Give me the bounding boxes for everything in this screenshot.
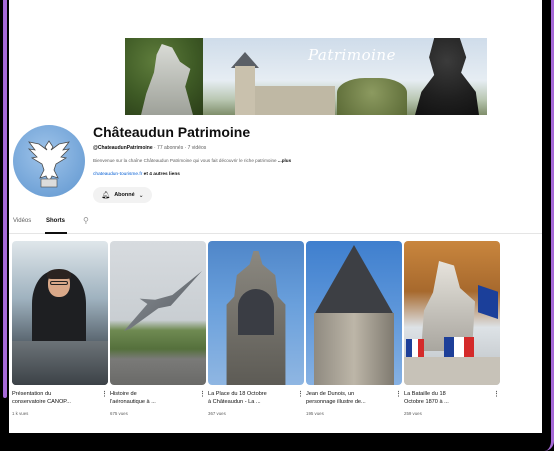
short-thumbnail-2[interactable] <box>110 241 206 385</box>
short-views-4: 195 vues <box>306 411 324 416</box>
channel-name: Châteaudun Patrimoine <box>93 124 251 140</box>
website-link[interactable]: chateaudun-tourisme.fr <box>93 172 142 177</box>
short-title-5[interactable]: La Bataille du 18 Octobre 1870 à ... <box>404 391 488 406</box>
other-links[interactable]: et 4 autres liens <box>144 172 180 177</box>
plane-silhouette <box>124 271 202 331</box>
channel-banner: Patrimoine <box>125 38 487 115</box>
accent-border-right <box>544 0 554 451</box>
window-frame: Patrimoine Châteaudun Patrimoine @Chatea… <box>0 0 554 451</box>
channel-page: Patrimoine Châteaudun Patrimoine @Chatea… <box>9 0 542 433</box>
short-views-2: 675 vues <box>110 411 128 416</box>
tab-shorts[interactable]: Shorts <box>46 218 65 224</box>
bell-icon: 🔔︎ <box>101 192 111 199</box>
subscribe-button[interactable]: 🔔︎ Abonné ⌄ <box>93 187 152 203</box>
monument-base <box>404 357 500 385</box>
channel-avatar[interactable] <box>13 125 85 197</box>
french-flag <box>444 337 474 357</box>
short-title-4[interactable]: Jean de Dunois, un personnage illustre d… <box>306 391 390 406</box>
cockpit-frame <box>12 341 108 385</box>
banner-building <box>255 86 335 115</box>
short-thumbnail-3[interactable] <box>208 241 304 385</box>
short-thumbnail-5[interactable] <box>404 241 500 385</box>
eu-flag <box>478 285 498 319</box>
more-link[interactable]: ...plus <box>278 158 291 163</box>
accent-border-left <box>3 0 7 398</box>
person-glasses <box>50 281 68 285</box>
short-title-3[interactable]: La Place du 18 Octobre à Châteaudun - La… <box>208 391 292 406</box>
short-thumbnail-4[interactable] <box>306 241 402 385</box>
short-thumbnail-1[interactable] <box>12 241 108 385</box>
channel-meta: @ChateaudunPatrimoine · 77 abonnés · 7 v… <box>93 145 206 151</box>
tower-roof <box>314 245 394 315</box>
monument-arch <box>238 289 274 335</box>
channel-tabs: Vidéos Shorts ⚲ <box>9 214 542 234</box>
channel-description[interactable]: Bienvenue sur la chaîne Châteaudun Patri… <box>93 158 291 163</box>
tower-body <box>314 313 394 385</box>
subscribe-label: Abonné <box>114 192 135 198</box>
person-hair <box>47 269 71 279</box>
more-vertical-icon[interactable]: ⋮ <box>297 391 304 398</box>
eagle-icon <box>27 140 71 188</box>
french-flag-2 <box>406 339 424 357</box>
more-vertical-icon[interactable]: ⋮ <box>493 391 500 398</box>
banner-bust <box>415 38 479 115</box>
more-vertical-icon[interactable]: ⋮ <box>101 391 108 398</box>
more-vertical-icon[interactable]: ⋮ <box>395 391 402 398</box>
chevron-down-icon: ⌄ <box>138 192 144 199</box>
channel-links: chateaudun-tourisme.fr et 4 autres liens <box>93 172 180 177</box>
short-title-1[interactable]: Présentation du conservatoire CANOP... <box>12 391 96 406</box>
channel-handle: @ChateaudunPatrimoine <box>93 145 153 151</box>
active-tab-indicator <box>45 232 67 234</box>
channel-description-text: Bienvenue sur la chaîne Châteaudun Patri… <box>93 158 277 163</box>
more-vertical-icon[interactable]: ⋮ <box>199 391 206 398</box>
banner-tower <box>235 66 255 115</box>
short-views-3: 367 vues <box>208 411 226 416</box>
search-icon[interactable]: ⚲ <box>83 216 89 225</box>
short-title-2[interactable]: Histoire de l'aéronautique à ... <box>110 391 194 406</box>
channel-stats: · 77 abonnés · 7 vidéos <box>154 145 207 151</box>
banner-trees-2 <box>337 78 407 115</box>
tab-videos[interactable]: Vidéos <box>13 218 31 224</box>
banner-title: Patrimoine <box>308 46 396 64</box>
short-views-1: 1 k vues <box>12 411 29 416</box>
short-views-5: 259 vues <box>404 411 422 416</box>
